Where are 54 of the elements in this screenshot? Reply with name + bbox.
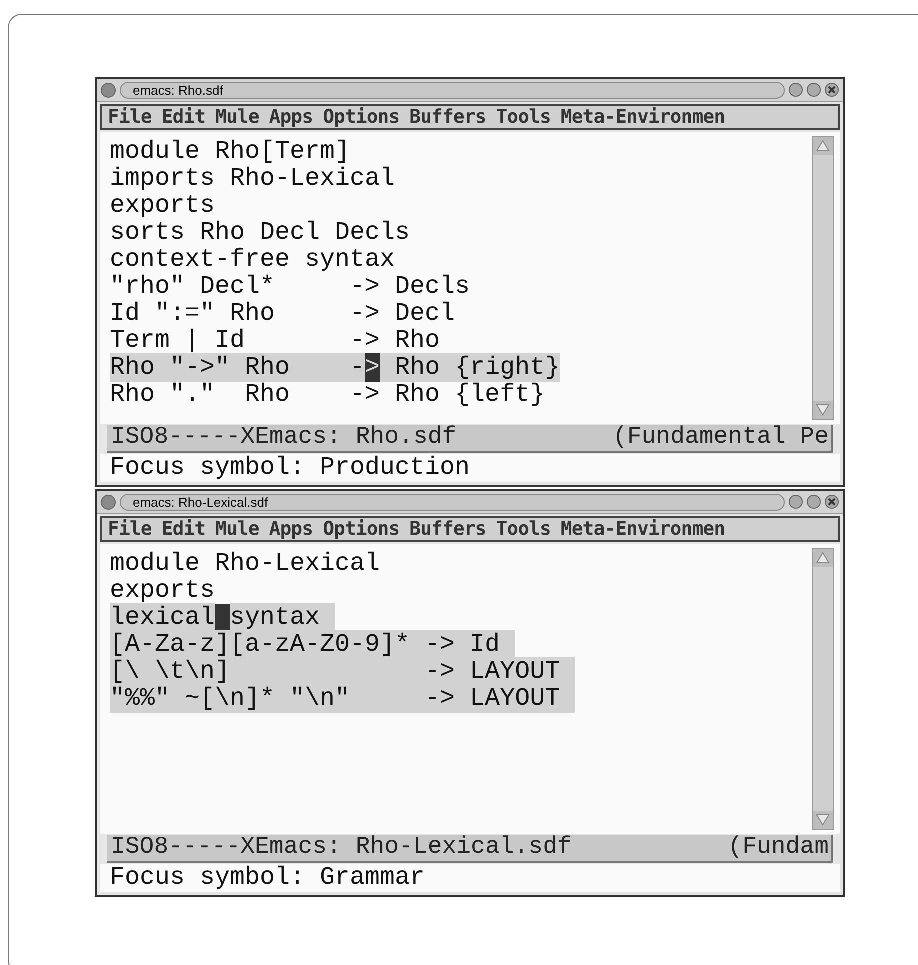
window-menu-icon[interactable] — [101, 494, 116, 510]
maximize-icon[interactable] — [807, 495, 821, 509]
menu-item[interactable]: Edit — [162, 108, 206, 126]
text-cursor: > — [365, 353, 380, 382]
close-icon[interactable] — [825, 83, 839, 97]
code-text: "rho" Decl* -> Decls — [110, 272, 470, 301]
code-text: context-free syntax — [110, 245, 396, 274]
menu-item[interactable]: Options — [323, 520, 400, 538]
scrollbar[interactable] — [812, 548, 834, 830]
code-text: Rho {right} — [380, 353, 560, 382]
code-text: exports — [110, 576, 216, 605]
scroll-up-icon[interactable] — [813, 549, 833, 567]
minimize-icon[interactable] — [789, 495, 803, 509]
menu-item[interactable]: Tools — [496, 108, 551, 126]
maximize-icon[interactable] — [807, 83, 821, 97]
code-text: module Rho[Term] — [110, 137, 350, 166]
menu-item[interactable]: File — [108, 520, 152, 538]
scrollbar[interactable] — [812, 136, 834, 420]
minimize-icon[interactable] — [789, 83, 803, 97]
code-text: "%%" ~[\n]* "\n" -> LAYOUT — [110, 684, 576, 713]
mode-line-text: ISO8-----XEmacs: Rho.sdf — [110, 424, 457, 452]
menu-item[interactable]: Mule — [216, 108, 260, 126]
code-text: sorts Rho Decl Decls — [110, 218, 410, 247]
code-text: syntax — [230, 603, 336, 632]
menu-item[interactable]: Meta-Environmen — [560, 520, 726, 538]
menu-item[interactable]: Meta-Environmen — [560, 108, 726, 126]
code-text: exports — [110, 191, 216, 220]
mode-line-text: (Fundamental Pe — [612, 424, 830, 452]
menu-item[interactable]: File — [108, 108, 152, 126]
mode-line-text: (Fundam — [728, 834, 830, 862]
mode-line-text: ISO8-----XEmacs: Rho-Lexical.sdf — [110, 834, 572, 862]
menu-item[interactable]: Buffers — [410, 520, 486, 538]
scroll-down-icon[interactable] — [813, 401, 833, 419]
scroll-down-icon[interactable] — [813, 811, 833, 829]
window-menu-icon[interactable] — [101, 82, 116, 98]
code-text: module Rho-Lexical — [110, 549, 380, 578]
code-text: Id ":=" Rho -> Decl — [110, 299, 456, 328]
menu-item[interactable]: Tools — [496, 520, 551, 538]
scroll-up-icon[interactable] — [813, 137, 833, 155]
code-text: Rho "." Rho -> Rho {left} — [110, 380, 546, 409]
close-icon[interactable] — [825, 495, 839, 509]
menu-item[interactable]: Apps — [269, 108, 314, 126]
menu-item[interactable]: Mule — [216, 520, 260, 538]
code-text: Rho "->" Rho - — [110, 353, 366, 382]
menu-item[interactable]: Apps — [269, 520, 314, 538]
minibuffer-text: Focus symbol: Grammar — [110, 864, 426, 892]
window-title: emacs: Rho-Lexical.sdf — [133, 496, 268, 508]
code-text: imports Rho-Lexical — [110, 164, 396, 193]
menu-item[interactable]: Options — [323, 108, 400, 126]
code-text: Term | Id -> Rho — [110, 326, 440, 355]
window-title: emacs: Rho.sdf — [133, 84, 224, 96]
minibuffer-text: Focus symbol: Production — [110, 454, 470, 482]
menu-item[interactable]: Buffers — [410, 108, 486, 126]
menu-item[interactable]: Edit — [162, 520, 206, 538]
